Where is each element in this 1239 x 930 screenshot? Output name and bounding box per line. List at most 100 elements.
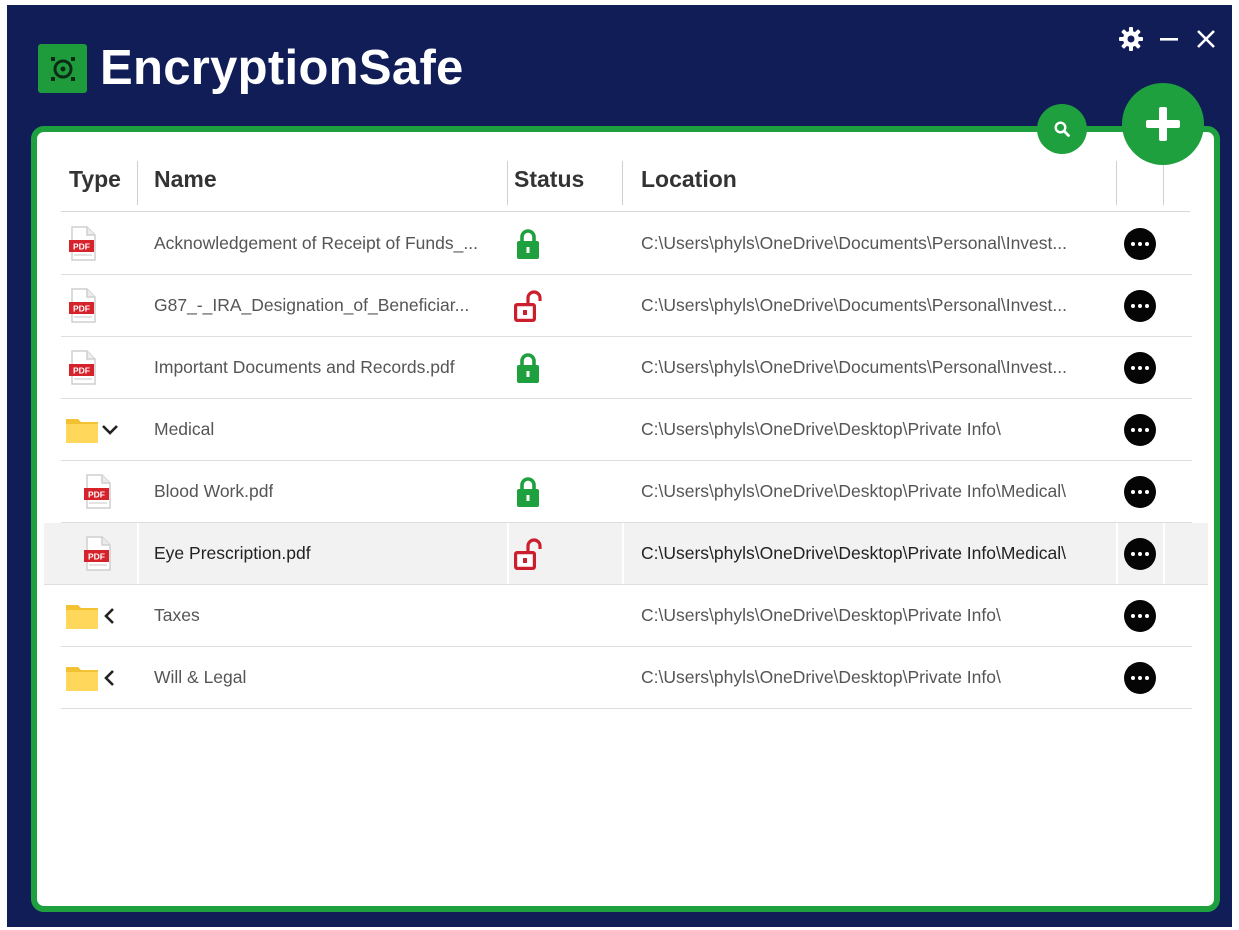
close-icon[interactable] — [1194, 27, 1218, 51]
more-options-button[interactable] — [1124, 399, 1156, 460]
file-name-text: Taxes — [154, 605, 200, 625]
file-list-panel: Type Name Status Location PDF Acknowledg… — [31, 126, 1220, 912]
folder-row[interactable]: Medical C:\Users\phyls\OneDrive\Desktop\… — [61, 399, 1192, 461]
file-name-text: Medical — [154, 419, 215, 439]
unlocked-icon[interactable] — [512, 275, 542, 336]
more-options-icon — [1124, 227, 1156, 260]
pdf-file-icon: PDF — [68, 337, 98, 398]
vault-logo-icon — [38, 44, 87, 93]
locked-icon[interactable] — [515, 337, 541, 398]
file-location-text: C:\Users\phyls\OneDrive\Documents\Person… — [641, 233, 1067, 253]
file-name-text: Eye Prescription.pdf — [154, 543, 311, 563]
file-name: Medical — [154, 399, 499, 460]
more-options-button[interactable] — [1124, 275, 1156, 336]
folder-icon — [65, 585, 99, 646]
more-options-button[interactable] — [1124, 523, 1156, 584]
more-options-icon — [1124, 289, 1156, 322]
folder-row[interactable]: Taxes C:\Users\phyls\OneDrive\Desktop\Pr… — [61, 585, 1192, 647]
file-location-text: C:\Users\phyls\OneDrive\Desktop\Private … — [641, 419, 1001, 439]
svg-text:PDF: PDF — [88, 489, 105, 499]
file-location-text: C:\Users\phyls\OneDrive\Desktop\Private … — [641, 543, 1067, 563]
file-location: C:\Users\phyls\OneDrive\Desktop\Private … — [641, 647, 1111, 708]
file-location-text: C:\Users\phyls\OneDrive\Documents\Person… — [641, 357, 1067, 377]
file-name: Important Documents and Records.pdf — [154, 337, 499, 398]
file-location: C:\Users\phyls\OneDrive\Documents\Person… — [641, 337, 1111, 398]
file-name: Taxes — [154, 585, 499, 646]
search-icon — [1053, 120, 1071, 138]
minimize-icon[interactable] — [1157, 27, 1181, 51]
window-controls — [1118, 26, 1218, 52]
file-location-text: C:\Users\phyls\OneDrive\Desktop\Private … — [641, 605, 1001, 625]
plus-icon — [1143, 104, 1183, 144]
more-options-button[interactable] — [1124, 647, 1156, 708]
column-divider[interactable] — [622, 161, 623, 205]
file-name: Acknowledgement of Receipt of Funds_... — [154, 213, 499, 274]
more-options-icon — [1124, 537, 1156, 570]
column-header-status[interactable]: Status — [514, 153, 584, 205]
file-location-text: C:\Users\phyls\OneDrive\Desktop\Private … — [641, 481, 1067, 501]
file-location-text: C:\Users\phyls\OneDrive\Desktop\Private … — [641, 667, 1001, 687]
svg-text:PDF: PDF — [73, 303, 90, 313]
file-name-text: Will & Legal — [154, 667, 247, 687]
file-name-text: G87_-_IRA_Designation_of_Beneficiar... — [154, 295, 470, 315]
file-name-text: Acknowledgement of Receipt of Funds_... — [154, 233, 478, 253]
file-name-text: Important Documents and Records.pdf — [154, 357, 455, 377]
add-file-button[interactable] — [1122, 83, 1204, 165]
pdf-file-icon: PDF — [68, 275, 98, 336]
chevron-left-icon[interactable] — [103, 585, 115, 646]
folder-row[interactable]: Will & Legal C:\Users\phyls\OneDrive\Des… — [61, 647, 1192, 709]
file-location: C:\Users\phyls\OneDrive\Desktop\Private … — [641, 399, 1111, 460]
file-row[interactable]: PDF Blood Work.pdf C:\Users\phyls\OneDri… — [61, 461, 1192, 523]
locked-icon[interactable] — [515, 461, 541, 522]
more-options-button[interactable] — [1124, 337, 1156, 398]
svg-text:PDF: PDF — [73, 241, 90, 251]
app-window: EncryptionSafe Type Name Status Location… — [7, 5, 1232, 927]
svg-text:PDF: PDF — [73, 365, 90, 375]
column-divider[interactable] — [507, 161, 508, 205]
pdf-file-icon: PDF — [83, 461, 113, 522]
table-header: Type Name Status Location — [61, 153, 1190, 212]
more-options-icon — [1124, 599, 1156, 632]
file-name: Eye Prescription.pdf — [154, 523, 499, 584]
file-row[interactable]: PDF Important Documents and Records.pdf … — [61, 337, 1192, 399]
column-divider — [1163, 523, 1165, 584]
more-options-icon — [1124, 413, 1156, 446]
more-options-button[interactable] — [1124, 461, 1156, 522]
file-location: C:\Users\phyls\OneDrive\Documents\Person… — [641, 275, 1111, 336]
chevron-down-icon[interactable] — [101, 399, 119, 460]
column-divider[interactable] — [1163, 161, 1164, 205]
pdf-file-icon: PDF — [83, 523, 113, 584]
pdf-file-icon: PDF — [68, 213, 98, 274]
column-divider[interactable] — [1116, 161, 1117, 205]
file-name: Blood Work.pdf — [154, 461, 499, 522]
column-divider — [622, 523, 624, 584]
file-location: C:\Users\phyls\OneDrive\Documents\Person… — [641, 213, 1111, 274]
chevron-left-icon[interactable] — [103, 647, 115, 708]
locked-icon[interactable] — [515, 213, 541, 274]
more-options-icon — [1124, 661, 1156, 694]
column-divider — [137, 523, 139, 584]
file-name: G87_-_IRA_Designation_of_Beneficiar... — [154, 275, 499, 336]
gear-icon[interactable] — [1118, 26, 1144, 52]
column-divider — [507, 523, 509, 584]
file-location: C:\Users\phyls\OneDrive\Desktop\Private … — [641, 585, 1111, 646]
more-options-icon — [1124, 475, 1156, 508]
file-row[interactable]: PDF Acknowledgement of Receipt of Funds_… — [61, 213, 1192, 275]
file-row[interactable]: PDF Eye Prescription.pdf C:\Users\phyls\… — [44, 523, 1208, 585]
column-divider[interactable] — [137, 161, 138, 205]
file-location: C:\Users\phyls\OneDrive\Desktop\Private … — [641, 523, 1111, 584]
folder-icon — [65, 647, 99, 708]
more-options-icon — [1124, 351, 1156, 384]
column-header-name[interactable]: Name — [154, 153, 217, 205]
app-title: EncryptionSafe — [100, 41, 464, 95]
column-header-location[interactable]: Location — [641, 153, 737, 205]
unlocked-icon[interactable] — [512, 523, 542, 584]
column-header-type[interactable]: Type — [69, 153, 121, 205]
more-options-button[interactable] — [1124, 213, 1156, 274]
more-options-button[interactable] — [1124, 585, 1156, 646]
file-location: C:\Users\phyls\OneDrive\Desktop\Private … — [641, 461, 1111, 522]
svg-text:PDF: PDF — [88, 551, 105, 561]
file-row[interactable]: PDF G87_-_IRA_Designation_of_Beneficiar.… — [61, 275, 1192, 337]
file-name: Will & Legal — [154, 647, 499, 708]
search-button[interactable] — [1037, 104, 1087, 154]
